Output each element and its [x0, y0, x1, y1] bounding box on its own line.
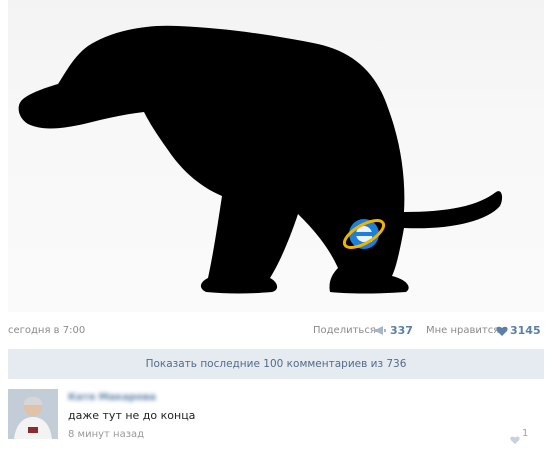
comment-heart-icon[interactable] — [510, 430, 520, 449]
avatar[interactable] — [8, 389, 58, 439]
post-time[interactable]: сегодня в 7:00 — [8, 325, 85, 336]
like-count: 3145 — [510, 324, 541, 337]
megaphone-icon — [373, 325, 387, 339]
share-count: 337 — [390, 324, 413, 337]
commenter-name[interactable]: Катя Макарова — [68, 392, 156, 403]
dog-silhouette-illustration — [18, 25, 503, 294]
comment-text: даже тут не до конца — [68, 409, 196, 422]
share-button[interactable]: Поделиться — [313, 325, 376, 336]
dog-silhouette — [18, 25, 503, 294]
comment-time[interactable]: 8 минут назад — [68, 429, 144, 440]
show-comments-button[interactable]: Показать последние 100 комментариев из 7… — [8, 349, 544, 379]
comment-likes: 1 — [522, 428, 529, 439]
heart-icon[interactable] — [496, 326, 508, 340]
post-image[interactable] — [8, 0, 544, 312]
post-meta-row: сегодня в 7:00 Поделиться 337 Мне нравит… — [8, 322, 544, 340]
like-button[interactable]: Мне нравится — [426, 325, 499, 336]
show-comments-label: Показать последние 100 комментариев из 7… — [145, 358, 407, 370]
